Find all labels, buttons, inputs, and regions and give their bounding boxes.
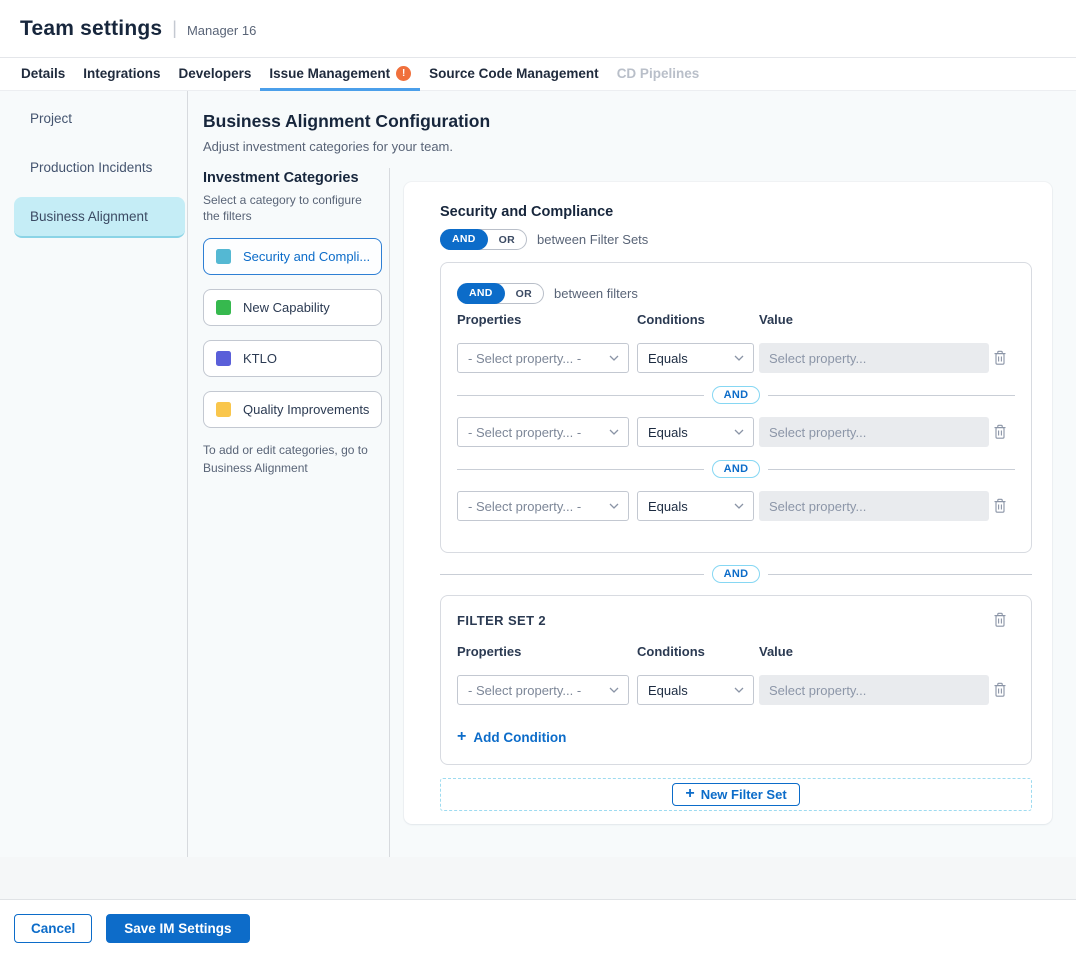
- settings-tabbar: Details Integrations Developers Issue Ma…: [0, 58, 1076, 91]
- chevron-down-icon: [609, 687, 619, 693]
- section-title: Business Alignment Configuration: [203, 111, 1076, 132]
- filter-sets-and-or-toggle[interactable]: AND OR: [440, 229, 527, 250]
- conditions-header: Conditions: [637, 644, 759, 659]
- delete-filter-icon[interactable]: [993, 424, 1007, 440]
- between-filters-label: between filters: [554, 286, 638, 301]
- category-new-capability[interactable]: New Capability: [203, 289, 382, 326]
- or-option[interactable]: OR: [505, 288, 543, 300]
- categories-footnote: To add or edit categories, go to Busines…: [203, 442, 378, 477]
- delete-filter-icon[interactable]: [993, 498, 1007, 514]
- team-name-label: Manager 16: [187, 20, 256, 38]
- property-select[interactable]: - Select property... -: [457, 491, 629, 521]
- content-footer-gap: [0, 857, 1076, 899]
- condition-select[interactable]: Equals: [637, 675, 754, 705]
- column-headers: Properties Conditions Value: [457, 312, 1015, 327]
- condition-select[interactable]: Equals: [637, 491, 754, 521]
- section-header: Business Alignment Configuration Adjust …: [188, 91, 1076, 168]
- value-header: Value: [759, 312, 1015, 327]
- filters-and-or-toggle[interactable]: AND OR: [457, 283, 544, 304]
- plus-icon: +: [685, 786, 694, 802]
- tab-developers[interactable]: Developers: [170, 58, 261, 91]
- content-right: Business Alignment Configuration Adjust …: [188, 91, 1076, 857]
- filter-row: - Select property... - Equals: [457, 417, 1015, 447]
- chevron-down-icon: [609, 503, 619, 509]
- property-select[interactable]: - Select property... -: [457, 417, 629, 447]
- tab-issue-management[interactable]: Issue Management !: [260, 58, 420, 91]
- value-input[interactable]: [759, 675, 989, 705]
- condition-select[interactable]: Equals: [637, 343, 754, 373]
- sidebar-item-production-incidents[interactable]: Production Incidents: [0, 148, 185, 187]
- chevron-down-icon: [734, 429, 744, 435]
- value-input[interactable]: [759, 343, 989, 373]
- and-option[interactable]: AND: [457, 283, 505, 304]
- chevron-down-icon: [609, 355, 619, 361]
- filter-set-2: FILTER SET 2 Properties Conditions Value: [440, 595, 1032, 765]
- selected-category-title: Security and Compliance: [440, 204, 1032, 220]
- chevron-down-icon: [734, 687, 744, 693]
- delete-filter-icon[interactable]: [993, 682, 1007, 698]
- action-footer: Cancel Save IM Settings: [0, 899, 1076, 956]
- filter-row: - Select property... - Equals: [457, 675, 1015, 705]
- tab-cd-pipelines: CD Pipelines: [608, 58, 709, 91]
- filter-set-1: AND OR between filters Properties Condit…: [440, 262, 1032, 553]
- property-select[interactable]: - Select property... -: [457, 343, 629, 373]
- filter-config-column: Security and Compliance AND OR between F…: [390, 168, 1076, 857]
- category-color-swatch: [216, 249, 231, 264]
- and-connector-pill: AND: [712, 565, 761, 583]
- or-option[interactable]: OR: [488, 234, 526, 246]
- save-im-settings-button[interactable]: Save IM Settings: [106, 914, 249, 943]
- value-input[interactable]: [759, 417, 989, 447]
- chevron-down-icon: [734, 503, 744, 509]
- section-subtitle: Adjust investment categories for your te…: [203, 139, 1076, 154]
- plus-icon: +: [457, 729, 466, 745]
- sidebar-item-project[interactable]: Project: [0, 99, 185, 138]
- and-connector: AND: [457, 460, 1015, 478]
- tab-source-code-management[interactable]: Source Code Management: [420, 58, 608, 91]
- column-headers: Properties Conditions Value: [457, 644, 1015, 659]
- sidebar-item-business-alignment[interactable]: Business Alignment: [14, 197, 185, 238]
- tab-integrations[interactable]: Integrations: [74, 58, 169, 91]
- content-area: Project Production Incidents Business Al…: [0, 91, 1076, 857]
- chevron-down-icon: [734, 355, 744, 361]
- categories-hint: Select a category to configure the filte…: [203, 192, 373, 224]
- properties-header: Properties: [457, 312, 637, 327]
- delete-filter-set-icon[interactable]: [993, 612, 1007, 628]
- new-filter-set-button[interactable]: + New Filter Set: [672, 783, 799, 806]
- new-filter-set-dropzone: + New Filter Set: [440, 778, 1032, 811]
- category-security-and-compliance[interactable]: Security and Compli...: [203, 238, 382, 275]
- condition-select[interactable]: Equals: [637, 417, 754, 447]
- settings-sidebar: Project Production Incidents Business Al…: [0, 91, 188, 857]
- property-select[interactable]: - Select property... -: [457, 675, 629, 705]
- and-connector-pill: AND: [712, 386, 761, 404]
- value-header: Value: [759, 644, 1015, 659]
- filter-row: - Select property... - Equals: [457, 491, 1015, 521]
- chevron-down-icon: [609, 429, 619, 435]
- delete-filter-icon[interactable]: [993, 350, 1007, 366]
- filter-set-2-title: FILTER SET 2: [457, 613, 546, 628]
- and-connector-between-sets: AND: [440, 565, 1032, 583]
- category-color-swatch: [216, 300, 231, 315]
- category-color-swatch: [216, 351, 231, 366]
- app-header: Team settings | Manager 16: [0, 0, 1076, 58]
- value-input[interactable]: [759, 491, 989, 521]
- filter-config-card: Security and Compliance AND OR between F…: [404, 182, 1052, 824]
- and-option[interactable]: AND: [440, 229, 488, 250]
- and-connector: AND: [457, 386, 1015, 404]
- cancel-button[interactable]: Cancel: [14, 914, 92, 943]
- alert-badge-icon: !: [396, 66, 411, 81]
- title-separator: |: [172, 18, 177, 39]
- properties-header: Properties: [457, 644, 637, 659]
- investment-categories-panel: Investment Categories Select a category …: [188, 168, 390, 857]
- between-filter-sets-label: between Filter Sets: [537, 232, 648, 247]
- category-ktlo[interactable]: KTLO: [203, 340, 382, 377]
- category-quality-improvements[interactable]: Quality Improvements: [203, 391, 382, 428]
- and-connector-pill: AND: [712, 460, 761, 478]
- add-condition-button[interactable]: + Add Condition: [457, 729, 566, 745]
- page-title: Team settings: [20, 17, 162, 41]
- conditions-header: Conditions: [637, 312, 759, 327]
- category-color-swatch: [216, 402, 231, 417]
- categories-title: Investment Categories: [203, 170, 377, 186]
- tab-details[interactable]: Details: [12, 58, 74, 91]
- filter-row: - Select property... - Equals: [457, 343, 1015, 373]
